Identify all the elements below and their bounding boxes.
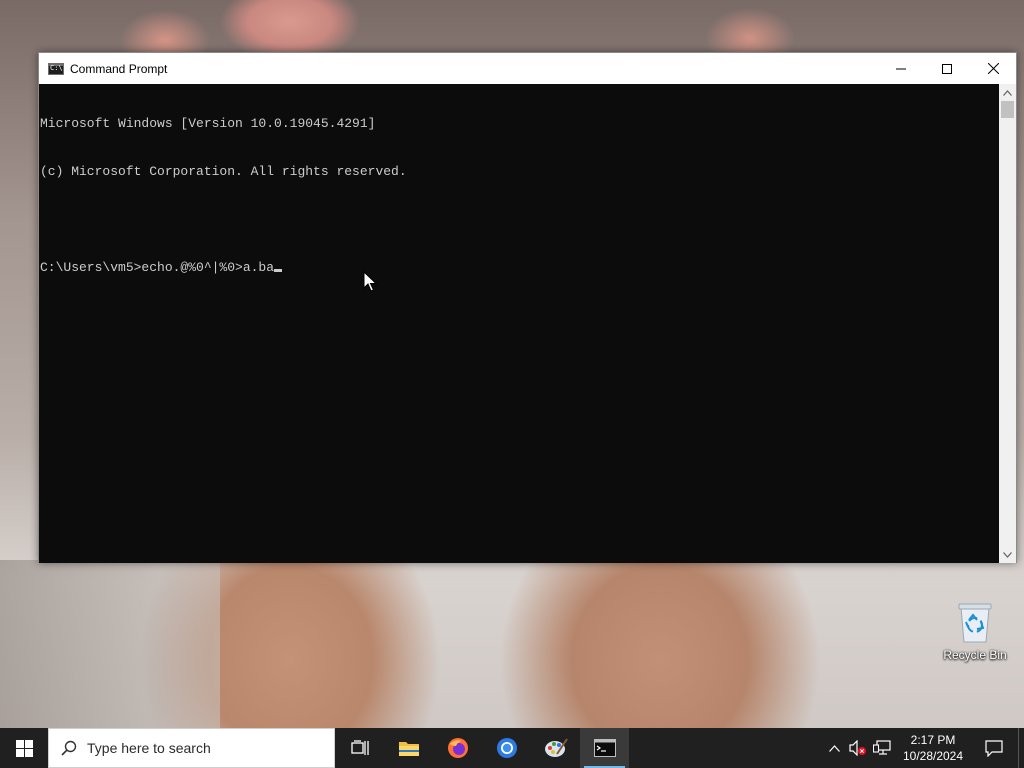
show-hidden-icons-button[interactable]	[822, 728, 846, 768]
folder-icon	[398, 742, 419, 756]
maximize-button[interactable]	[924, 53, 970, 84]
close-button[interactable]	[970, 53, 1016, 84]
search-placeholder: Type here to search	[87, 740, 211, 756]
maximize-icon	[942, 63, 952, 74]
console-line: (c) Microsoft Corporation. All rights re…	[40, 164, 407, 179]
scrollbar-thumb[interactable]	[1001, 101, 1014, 118]
show-desktop-button[interactable]	[1018, 728, 1024, 768]
scroll-up-button[interactable]	[999, 84, 1016, 101]
command-prompt-window[interactable]: C:\ Command Prompt Microsoft Windows [Ve…	[38, 52, 1017, 563]
chevron-up-icon	[1003, 89, 1012, 96]
chrome-icon	[496, 738, 517, 758]
minimize-icon	[896, 68, 906, 69]
paint-palette-icon	[544, 738, 568, 757]
command-prompt-taskbar-button[interactable]	[580, 728, 629, 768]
clock-time: 2:17 PM	[910, 733, 956, 747]
taskbar: Type here to search 2:17 PM 10/28/2024	[0, 728, 1024, 768]
recycle-bin[interactable]: Recycle Bin	[938, 600, 1012, 672]
task-view-icon	[350, 740, 369, 755]
notification-icon	[985, 739, 1003, 757]
search-icon	[61, 740, 77, 756]
chrome-button[interactable]	[482, 728, 531, 768]
command-text: C:\Users\vm5>echo.@%0^|%0>a.ba	[40, 260, 275, 275]
start-button[interactable]	[0, 728, 48, 768]
chevron-up-icon	[828, 744, 840, 752]
system-tray: 2:17 PM 10/28/2024	[822, 728, 1024, 768]
recycle-bin-label: Recycle Bin	[943, 648, 1007, 662]
action-center-button[interactable]	[972, 728, 1016, 768]
mouse-pointer-icon	[363, 271, 377, 292]
scroll-down-button[interactable]	[999, 546, 1016, 563]
clock[interactable]: 2:17 PM 10/28/2024	[894, 728, 972, 768]
recycle-bin-icon	[958, 603, 992, 643]
wallpaper-shadow	[0, 560, 220, 728]
network-icon	[873, 740, 891, 755]
console-line: Microsoft Windows [Version 10.0.19045.42…	[40, 116, 376, 131]
console-output[interactable]: Microsoft Windows [Version 10.0.19045.42…	[39, 84, 1000, 563]
minimize-button[interactable]	[878, 53, 924, 84]
volume-muted-icon	[849, 740, 866, 756]
chevron-down-icon	[1003, 551, 1012, 558]
file-explorer-button[interactable]	[384, 728, 433, 768]
cmd-icon: C:\	[48, 62, 64, 75]
task-view-button[interactable]	[335, 728, 384, 768]
taskbar-search-box[interactable]: Type here to search	[48, 728, 335, 768]
paint-button[interactable]	[531, 728, 580, 768]
window-title: Command Prompt	[70, 61, 168, 76]
network-button[interactable]	[870, 728, 894, 768]
console-input-line[interactable]: C:\Users\vm5>echo.@%0^|%0>a.ba	[40, 260, 1000, 276]
firefox-icon	[447, 738, 468, 758]
windows-logo-icon	[15, 739, 33, 757]
close-icon	[987, 63, 999, 74]
clock-date: 10/28/2024	[902, 749, 964, 763]
cmd-icon	[593, 739, 616, 757]
firefox-button[interactable]	[433, 728, 482, 768]
title-bar[interactable]: C:\ Command Prompt	[39, 53, 1016, 84]
text-cursor	[274, 269, 283, 272]
window-controls	[878, 53, 1016, 84]
volume-button[interactable]	[846, 728, 870, 768]
vertical-scrollbar[interactable]	[999, 84, 1016, 563]
